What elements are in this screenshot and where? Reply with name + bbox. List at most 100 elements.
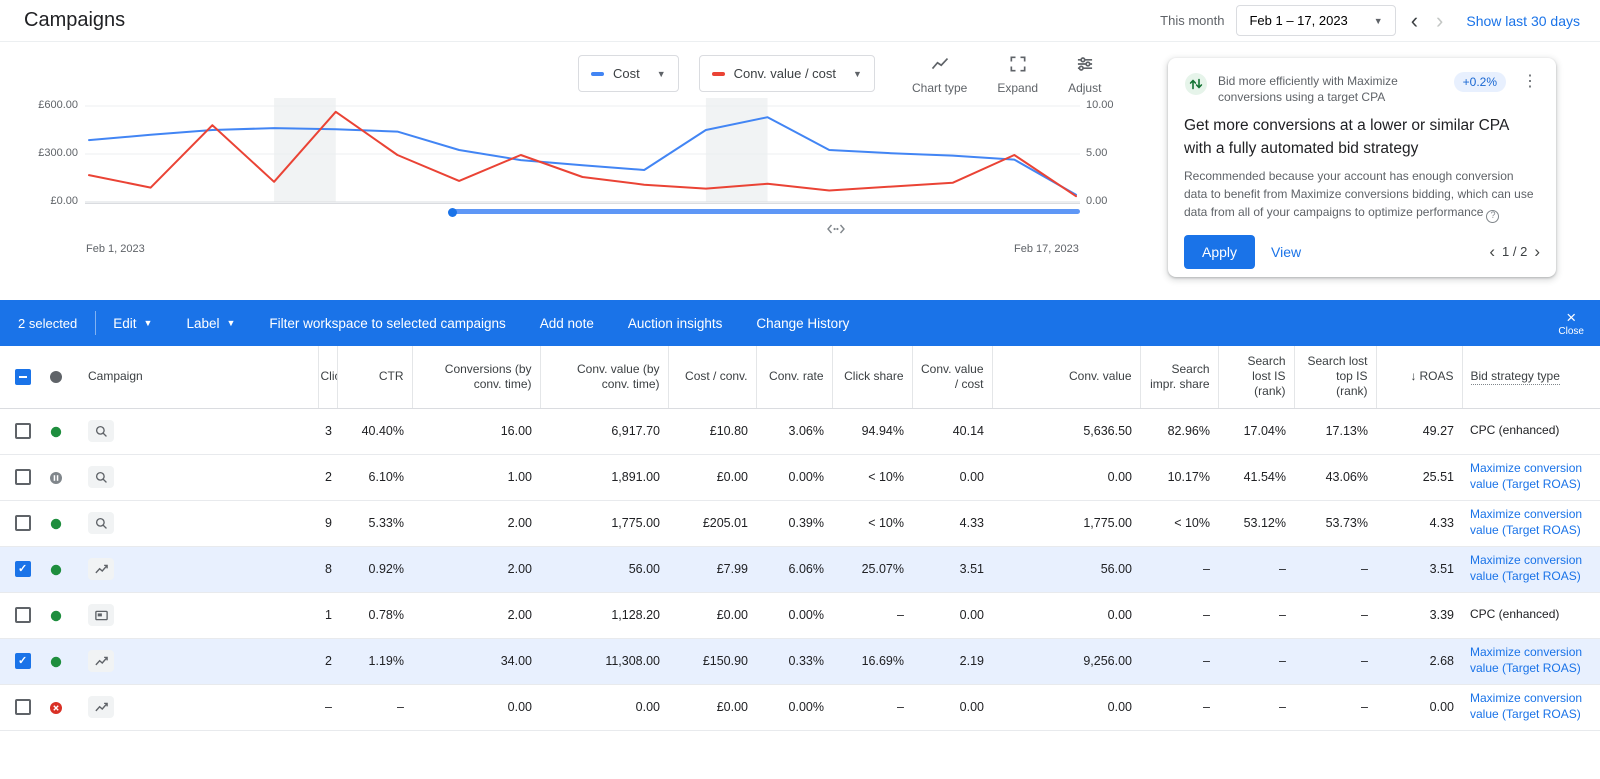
cell-conv_value_cost: 0.00 — [912, 684, 992, 731]
column-header-cost_per_conv[interactable]: Cost / conv. — [667, 346, 756, 409]
row-status-cell — [36, 408, 76, 455]
campaign-name[interactable] — [124, 653, 310, 669]
show-last-30-days-link[interactable]: Show last 30 days — [1466, 13, 1580, 29]
date-range-picker[interactable]: Feb 1 – 17, 2023 ▼ — [1236, 5, 1396, 36]
search-icon — [88, 512, 114, 534]
action-bar-link-filter-workspace-to-selected-campaigns[interactable]: Filter workspace to selected campaigns — [252, 300, 522, 346]
bid-strategy-link[interactable]: Maximize conversion value (Target ROAS) — [1470, 645, 1582, 675]
y-axis-left-tick: £600.00 — [38, 99, 78, 111]
expand-button[interactable]: Expand — [997, 54, 1038, 95]
bid-strategy-link[interactable]: Maximize conversion value (Target ROAS) — [1470, 507, 1582, 537]
metric-selector-secondary[interactable]: Conv. value / cost ▼ — [698, 55, 875, 92]
action-bar-link-change-history[interactable]: Change History — [739, 300, 866, 346]
status-enabled-icon[interactable] — [50, 562, 62, 576]
recommendation-body: Recommended because your account has eno… — [1184, 167, 1540, 223]
column-header-click_share[interactable]: Click share — [831, 346, 912, 409]
campaign-cell — [76, 638, 318, 685]
bid-strategy-link[interactable]: Maximize conversion value (Target ROAS) — [1470, 553, 1582, 583]
row-checkbox[interactable] — [15, 469, 31, 485]
row-checkbox[interactable] — [15, 561, 31, 577]
bid-strategy-link[interactable]: Maximize conversion value (Target ROAS) — [1470, 461, 1582, 491]
cell-conv_rate: 0.39% — [756, 500, 832, 547]
column-header-roas[interactable]: ↓ ROAS — [1375, 346, 1462, 409]
campaign-name[interactable] — [124, 469, 310, 485]
campaign-name[interactable] — [124, 607, 310, 623]
previous-period-button[interactable]: ‹ — [1408, 9, 1421, 32]
cell-roas: 3.39 — [1376, 592, 1462, 639]
column-header-search_impr_share[interactable]: Search impr. share — [1139, 346, 1218, 409]
column-header-conv_value[interactable]: Conv. value — [991, 346, 1140, 409]
search-icon — [88, 420, 114, 442]
cell-conv_rate: 6.06% — [756, 546, 832, 593]
cell-conv_value_cost: 4.33 — [912, 500, 992, 547]
metric-selector-primary[interactable]: Cost ▼ — [578, 55, 679, 92]
row-status-cell — [36, 454, 76, 501]
adjust-button[interactable]: Adjust — [1068, 54, 1101, 95]
column-header-search_lost_is[interactable]: Search lost IS (rank) — [1217, 346, 1294, 409]
chart-icon — [88, 558, 114, 580]
status-paused-icon[interactable] — [50, 470, 62, 484]
status-enabled-icon[interactable] — [50, 424, 62, 438]
expand-icon — [1008, 54, 1028, 77]
row-checkbox[interactable] — [15, 607, 31, 623]
cell-click_share: – — [832, 684, 912, 731]
bid-strategy-link[interactable]: Maximize conversion value (Target ROAS) — [1470, 691, 1582, 721]
cell-clicks: 1 — [318, 592, 337, 639]
campaign-name[interactable] — [124, 515, 310, 531]
chevron-down-icon: ▼ — [226, 318, 236, 328]
chevron-down-icon: ▼ — [143, 318, 153, 328]
column-header-clicks[interactable]: Clicks — [317, 346, 337, 409]
cell-bid-strategy-type: CPC (enhanced) — [1462, 592, 1600, 639]
chart-type-button[interactable]: Chart type — [912, 54, 967, 95]
row-checkbox[interactable] — [15, 515, 31, 531]
cell-cost_per_conv: £0.00 — [668, 684, 756, 731]
row-checkbox[interactable] — [15, 699, 31, 715]
selected-count: 2 selected — [18, 315, 78, 331]
close-action-bar-button[interactable]: × Close — [1542, 306, 1600, 341]
action-bar-link-add-note[interactable]: Add note — [523, 300, 611, 346]
campaign-name[interactable] — [124, 699, 310, 715]
status-enabled-icon[interactable] — [50, 654, 62, 668]
column-header-campaign[interactable]: Campaign — [76, 346, 318, 409]
status-removed-icon[interactable] — [50, 700, 62, 714]
metric-selector-label: Conv. value / cost — [733, 66, 837, 81]
drag-handle-icon[interactable] — [827, 221, 845, 239]
column-header-ctr[interactable]: CTR — [336, 346, 412, 409]
column-header-search_lost_top_is[interactable]: Search lost top IS (rank) — [1293, 346, 1376, 409]
pager-previous-icon[interactable]: ‹ — [1489, 243, 1495, 260]
column-header-conv_value_time[interactable]: Conv. value (by conv. time) — [539, 346, 668, 409]
label-menu-button[interactable]: Label ▼ — [169, 300, 252, 346]
column-header-conv_value_cost[interactable]: Conv. value / cost — [911, 346, 992, 409]
kebab-menu-icon[interactable]: ⋮ — [1516, 72, 1540, 92]
next-period-button[interactable]: › — [1433, 9, 1446, 32]
chevron-down-icon: ▼ — [656, 68, 666, 79]
bid-strategy-text: CPC (enhanced) — [1470, 423, 1560, 438]
slider-handle-dot[interactable] — [448, 207, 458, 217]
select-all-checkbox[interactable] — [15, 368, 31, 385]
cell-conv_value: 9,256.00 — [992, 638, 1140, 685]
slider-selected-range[interactable] — [453, 209, 1080, 214]
column-header-bid-strategy-type[interactable]: Bid strategy type — [1461, 346, 1600, 409]
pager-next-icon[interactable]: › — [1534, 243, 1540, 260]
cell-search_impr_share: – — [1140, 684, 1218, 731]
row-checkbox[interactable] — [15, 423, 31, 439]
column-header-conversions[interactable]: Conversions (by conv. time) — [411, 346, 540, 409]
row-select-cell — [0, 684, 36, 731]
cell-search_lost_top_is: – — [1294, 684, 1376, 731]
help-icon[interactable]: ? — [1486, 209, 1500, 223]
row-checkbox[interactable] — [15, 653, 31, 669]
table-header-row: CampaignClicksCTRConversions (by conv. t… — [0, 346, 1600, 409]
chart-type-label: Chart type — [912, 81, 968, 95]
edit-menu-button[interactable]: Edit ▼ — [96, 300, 169, 346]
column-header-conv_rate[interactable]: Conv. rate — [755, 346, 832, 409]
campaign-name[interactable] — [124, 423, 310, 439]
cell-search_impr_share: – — [1140, 638, 1218, 685]
view-button[interactable]: View — [1255, 235, 1317, 269]
campaign-name[interactable] — [124, 561, 310, 577]
action-bar-link-auction-insights[interactable]: Auction insights — [611, 300, 740, 346]
cell-click_share: < 10% — [832, 454, 912, 501]
status-enabled-icon[interactable] — [50, 516, 62, 530]
status-enabled-icon[interactable] — [50, 608, 62, 622]
cell-roas: 4.33 — [1376, 500, 1462, 547]
apply-button[interactable]: Apply — [1184, 234, 1256, 269]
